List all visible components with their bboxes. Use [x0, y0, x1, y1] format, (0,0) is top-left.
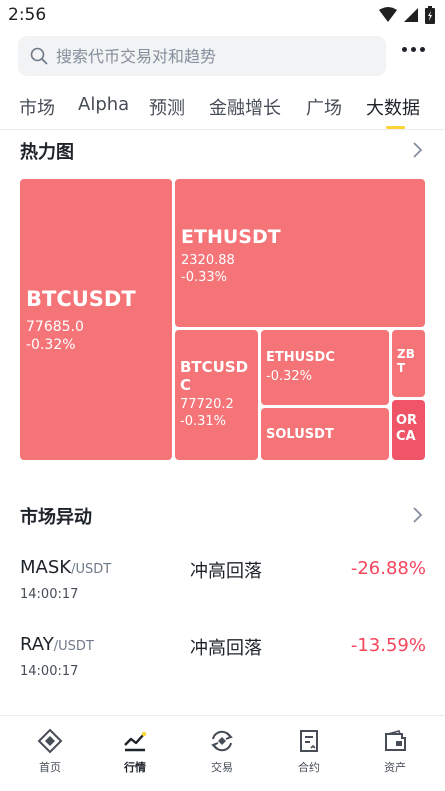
tile-change: -0.31% — [180, 413, 226, 429]
tab-finance-growth[interactable]: 金融增长 — [209, 94, 281, 120]
heatmap-tile-btcusdc[interactable]: BTCUSDC 77720.2 -0.31% — [175, 330, 258, 460]
nav-label: 资产 — [384, 761, 406, 774]
active-tab-indicator — [386, 126, 405, 129]
tile-symbol: BTCUSDT — [26, 287, 136, 311]
movers-chevron-right-icon[interactable] — [411, 506, 423, 524]
tab-prediction[interactable]: 预测 — [149, 94, 185, 120]
status-icons — [379, 6, 435, 24]
tile-symbol: BTCUSDC — [180, 358, 249, 394]
heatmap-chevron-right-icon[interactable] — [411, 141, 423, 159]
mover-base: RAY — [20, 634, 54, 655]
nav-markets[interactable]: 行情 — [105, 728, 165, 775]
nav-label: 首页 — [39, 761, 61, 774]
tab-square[interactable]: 广场 — [306, 94, 342, 120]
heatmap-tile-orca[interactable]: ORCA — [392, 400, 425, 460]
nav-home[interactable]: 首页 — [20, 728, 80, 775]
mover-base: MASK — [20, 557, 72, 578]
search-bar[interactable] — [18, 36, 386, 76]
wallet-icon — [385, 730, 406, 751]
more-dot-icon — [402, 47, 407, 52]
market-tabs: 市场 Alpha 预测 金融增长 广场 大数据 — [0, 88, 445, 130]
heatmap-title: 热力图 — [20, 142, 74, 163]
heatmap-tile-btcusdt[interactable]: BTCUSDT 77685.0 -0.32% — [20, 179, 172, 460]
tab-market[interactable]: 市场 — [19, 94, 55, 120]
mover-quote: /USDT — [53, 639, 94, 654]
more-dot-icon — [420, 47, 425, 52]
search-row — [0, 34, 445, 76]
tab-alpha[interactable]: Alpha — [78, 94, 129, 115]
heatmap-tile-solusdt[interactable]: SOLUSDT — [261, 408, 389, 460]
trade-swap-icon — [211, 730, 233, 752]
home-diamond-icon — [37, 728, 63, 754]
tile-change: -0.32% — [266, 368, 312, 384]
tile-symbol: ETHUSDT — [181, 226, 281, 248]
tile-price: 77685.0 — [26, 319, 84, 336]
nav-futures[interactable]: 合约 — [279, 728, 339, 775]
bottom-nav: 首页 行情 交易 合约 资产 — [0, 715, 445, 791]
mover-time: 14:00:17 — [20, 587, 79, 602]
tile-symbol: ORCA — [396, 413, 418, 444]
tile-change: -0.32% — [26, 337, 76, 354]
status-bar: 2:56 — [0, 0, 445, 30]
nav-assets[interactable]: 资产 — [365, 728, 425, 775]
cellular-signal-icon — [404, 8, 418, 22]
battery-icon — [425, 6, 435, 24]
mover-type: 冲高回落 — [190, 561, 262, 582]
mover-change: -26.88% — [350, 558, 426, 579]
tile-price: 2320.88 — [181, 252, 235, 268]
mover-type: 冲高回落 — [190, 638, 262, 659]
tile-change: -0.33% — [181, 269, 227, 285]
tile-symbol: SOLUSDT — [266, 427, 334, 442]
search-icon — [30, 47, 48, 65]
mover-row[interactable]: RAY/USDT 14:00:17 冲高回落 -13.59% — [0, 634, 445, 704]
wifi-icon — [379, 7, 397, 22]
more-dot-icon — [411, 47, 416, 52]
mover-change: -13.59% — [350, 635, 426, 656]
heatmap-tile-ethusdt[interactable]: ETHUSDT 2320.88 -0.33% — [175, 179, 425, 327]
nav-label: 交易 — [211, 761, 233, 774]
nav-label: 行情 — [124, 761, 146, 774]
tab-big-data[interactable]: 大数据 — [366, 94, 420, 120]
tile-price: 77720.2 — [180, 397, 234, 412]
nav-trade[interactable]: 交易 — [192, 728, 252, 775]
futures-doc-icon — [300, 730, 318, 752]
tile-symbol: ZBT — [397, 347, 415, 376]
mover-time: 14:00:17 — [20, 664, 79, 679]
nav-label: 合约 — [298, 761, 320, 774]
movers-title: 市场异动 — [20, 507, 92, 528]
mover-row[interactable]: MASK/USDT 14:00:17 冲高回落 -26.88% — [0, 557, 445, 627]
mover-quote: /USDT — [71, 562, 112, 577]
mover-pair: MASK/USDT — [20, 557, 111, 578]
markets-chart-icon — [124, 731, 147, 752]
search-input[interactable] — [56, 46, 366, 66]
status-time: 2:56 — [8, 5, 47, 25]
more-options-button[interactable] — [402, 47, 425, 52]
heatmap-tile-zbt[interactable]: ZBT — [392, 330, 425, 397]
heatmap-tile-ethusdc[interactable]: ETHUSDC -0.32% — [261, 330, 389, 405]
mover-pair: RAY/USDT — [20, 634, 94, 655]
tile-symbol: ETHUSDC — [266, 350, 335, 365]
